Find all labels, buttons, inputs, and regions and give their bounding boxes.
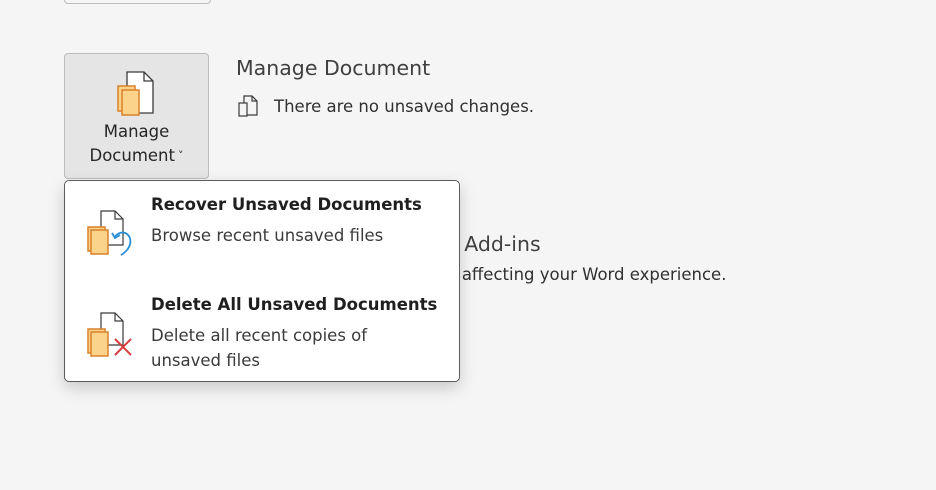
status-row: There are no unsaved changes.	[236, 93, 534, 119]
manage-label-line1: Manage	[103, 122, 170, 141]
previous-button-edge	[64, 0, 211, 4]
section-title: Manage Document	[236, 56, 431, 80]
chevron-down-icon: ˅	[177, 149, 184, 162]
status-text: There are no unsaved changes.	[274, 96, 535, 116]
menu-item-delete-unsaved[interactable]: Delete All Unsaved Documents Delete all …	[65, 281, 459, 381]
manage-document-menu: Recover Unsaved Documents Browse recent …	[64, 180, 460, 382]
manage-document-button[interactable]: Manage Document ˅	[64, 53, 209, 179]
recover-description: Browse recent unsaved files	[151, 226, 384, 245]
addins-description: re affecting your Word experience.	[440, 265, 727, 284]
manage-document-icon	[117, 71, 154, 116]
manage-label-line2: Document	[89, 146, 175, 165]
document-status-icon	[238, 95, 258, 117]
delete-title: Delete All Unsaved Documents	[151, 295, 438, 314]
delete-description: Delete all recent copies of unsaved file…	[151, 326, 368, 370]
delete-document-icon	[87, 312, 132, 357]
menu-item-recover-unsaved[interactable]: Recover Unsaved Documents Browse recent …	[65, 181, 459, 277]
recover-title: Recover Unsaved Documents	[151, 195, 422, 214]
recover-document-icon	[87, 210, 132, 256]
